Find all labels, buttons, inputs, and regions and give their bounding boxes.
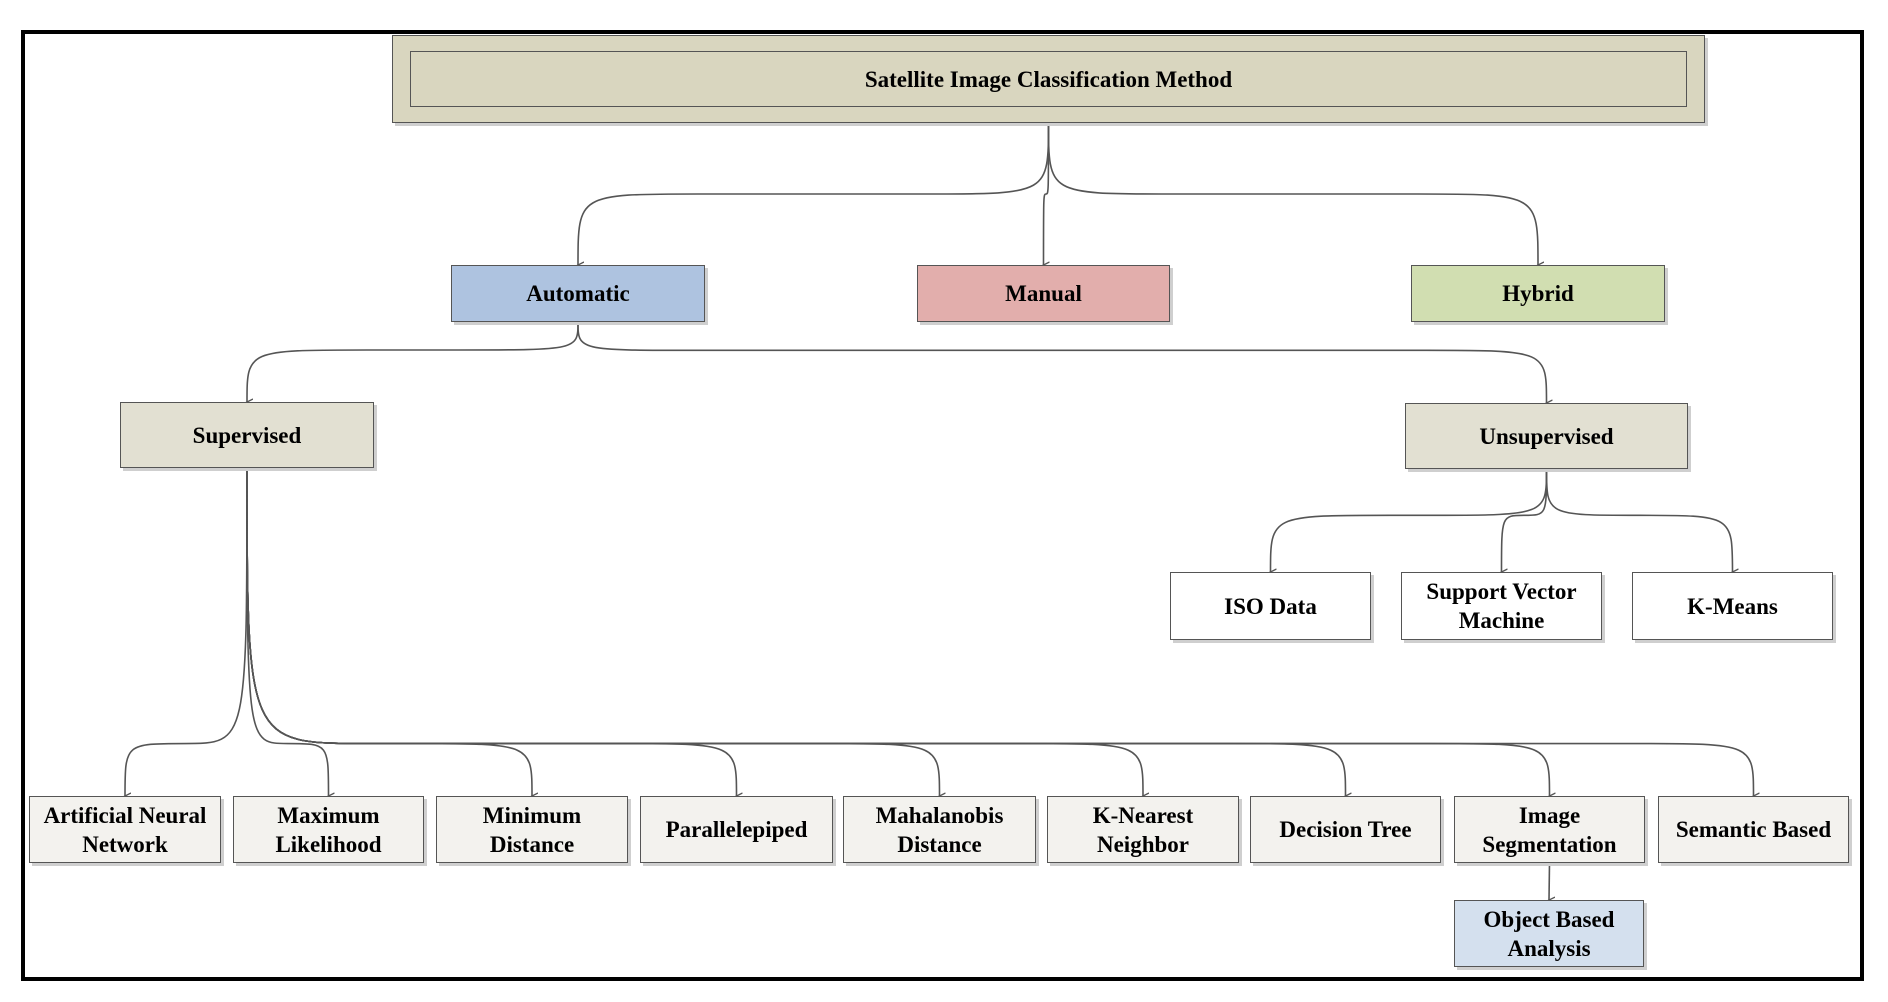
object-based-label-line2: Analysis	[1507, 935, 1591, 961]
manual-label: Manual	[1005, 281, 1082, 306]
unsupervised-label: Unsupervised	[1479, 423, 1614, 449]
semantic-based-node: Semantic Based	[1658, 796, 1849, 863]
iso-data-node: ISO Data	[1170, 572, 1371, 640]
image-segmentation-label-line2: Segmentation	[1482, 831, 1617, 857]
k-means-node: K-Means	[1632, 572, 1833, 640]
semantic-based-label: Semantic Based	[1675, 817, 1832, 842]
unsupervised-node: Unsupervised	[1405, 403, 1688, 469]
parallelepiped-node: Parallelepiped	[640, 796, 833, 863]
root-inner-frame: Satellite Image Classification Method	[410, 51, 1687, 107]
min-distance-label-line2: Distance	[489, 831, 575, 857]
decision-tree-label: Decision Tree	[1279, 817, 1412, 842]
ann-node: Artificial Neural Network	[29, 796, 221, 863]
mahalanobis-node: Mahalanobis Distance	[843, 796, 1036, 863]
automatic-node: Automatic	[451, 265, 705, 322]
decision-tree-node: Decision Tree	[1250, 796, 1441, 863]
object-based-node: Object Based Analysis	[1454, 900, 1644, 967]
manual-node: Manual	[917, 265, 1170, 322]
supervised-label: Supervised	[192, 422, 302, 448]
svm-label-line2: Machine	[1458, 608, 1545, 633]
max-likelihood-node: Maximum Likelihood	[233, 796, 424, 863]
iso-data-label: ISO Data	[1224, 593, 1317, 619]
svm-label-line1: Support Vector	[1426, 579, 1577, 604]
supervised-node: Supervised	[120, 402, 374, 468]
hybrid-label: Hybrid	[1502, 281, 1574, 306]
hybrid-node: Hybrid	[1411, 265, 1665, 322]
ann-label-line1: Artificial Neural	[43, 802, 207, 828]
mahalanobis-label-line2: Distance	[897, 831, 982, 857]
max-likelihood-label-line1: Maximum	[277, 802, 380, 828]
svm-node: Support Vector Machine	[1401, 572, 1602, 640]
automatic-label: Automatic	[526, 281, 630, 306]
image-segmentation-node: Image Segmentation	[1454, 796, 1645, 863]
min-distance-label-line1: Minimum	[482, 802, 582, 828]
ann-label-line2: Network	[82, 831, 168, 857]
knn-label-line2: Neighbor	[1096, 831, 1189, 857]
mahalanobis-label-line1: Mahalanobis	[875, 802, 1004, 828]
knn-label-line1: K-Nearest	[1092, 802, 1194, 828]
root-node: Satellite Image Classification Method	[392, 35, 1705, 123]
min-distance-node: Minimum Distance	[436, 796, 628, 863]
max-likelihood-label-line2: Likelihood	[275, 831, 382, 857]
root-title: Satellite Image Classification Method	[864, 66, 1233, 92]
image-segmentation-label-line1: Image	[1518, 802, 1581, 828]
parallelepiped-label: Parallelepiped	[665, 817, 808, 842]
knn-node: K-Nearest Neighbor	[1047, 796, 1239, 863]
object-based-label-line1: Object Based	[1483, 906, 1615, 932]
k-means-label: K-Means	[1687, 593, 1778, 619]
